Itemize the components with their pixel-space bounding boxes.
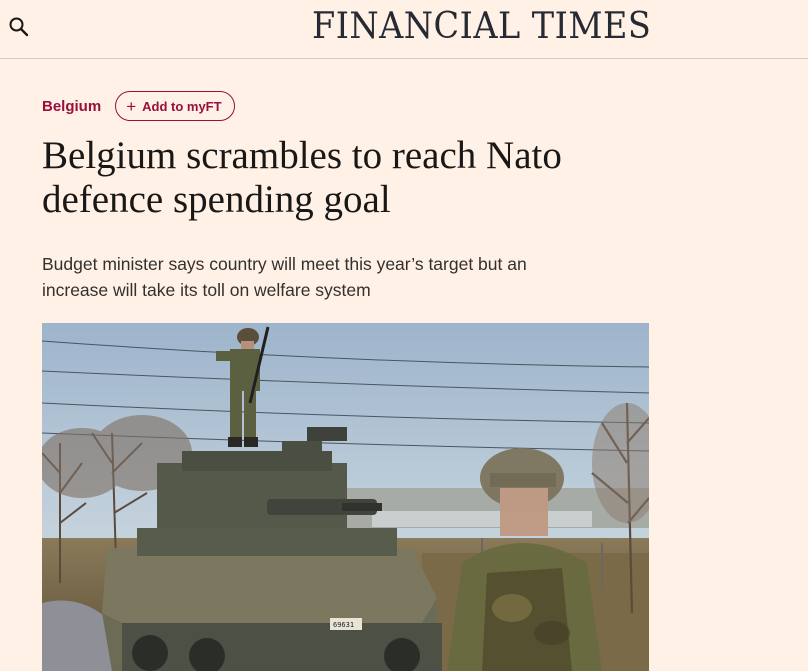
plus-icon: +	[126, 96, 137, 116]
standfirst-line-2: increase will take its toll on welfare s…	[42, 280, 371, 300]
topic-row: Belgium + Add to myFT	[42, 89, 235, 123]
vehicle-plate: 69631	[333, 621, 354, 629]
masthead-logo[interactable]: FINANCIAL TIMES	[312, 6, 651, 47]
standfirst-line-1: Budget minister says country will meet t…	[42, 254, 527, 274]
topic-link[interactable]: Belgium	[42, 98, 101, 115]
search-button[interactable]	[6, 14, 32, 40]
article-standfirst: Budget minister says country will meet t…	[42, 251, 622, 303]
article-main-image: 69631	[42, 323, 649, 671]
article-headline: Belgium scrambles to reach Nato defence …	[42, 134, 662, 222]
add-to-myft-label: Add to myFT	[142, 98, 222, 114]
top-bar: FINANCIAL TIMES	[0, 0, 808, 59]
add-to-myft-button[interactable]: + Add to myFT	[115, 91, 235, 121]
headline-line-2: defence spending goal	[42, 178, 391, 221]
search-icon	[9, 17, 29, 37]
headline-line-1: Belgium scrambles to reach Nato	[42, 134, 562, 177]
